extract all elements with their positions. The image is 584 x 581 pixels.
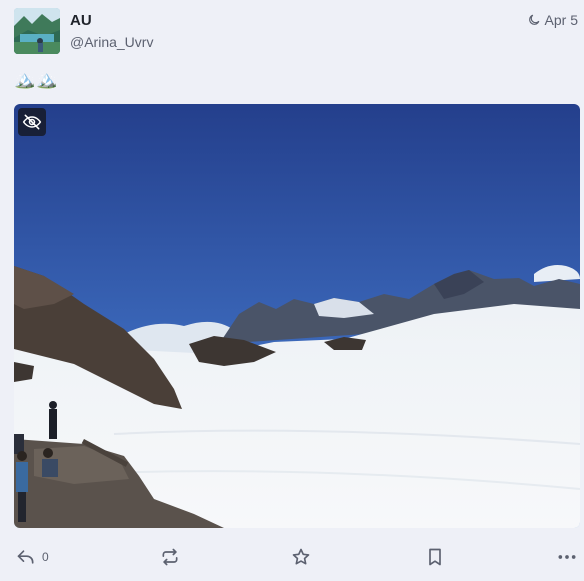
status-action-bar: 0 xyxy=(0,540,584,574)
reply-icon xyxy=(17,550,34,564)
eye-slash-icon xyxy=(22,114,42,130)
media-attachment[interactable] xyxy=(14,104,580,528)
boost-button[interactable] xyxy=(160,546,180,568)
display-name[interactable]: AU xyxy=(70,12,92,29)
status-content: 🏔️🏔️ xyxy=(14,70,59,89)
status-date[interactable]: Apr 5 xyxy=(527,12,578,28)
avatar-image xyxy=(14,8,60,54)
more-button[interactable] xyxy=(557,546,577,568)
favourite-button[interactable] xyxy=(291,546,311,568)
star-icon xyxy=(292,548,310,565)
status-card: AU @Arina_Uvrv Apr 5 🏔️🏔️ 0 xyxy=(0,0,584,581)
bookmark-button[interactable] xyxy=(425,546,445,568)
date-text: Apr 5 xyxy=(544,12,578,28)
account-handle[interactable]: @Arina_Uvrv xyxy=(70,34,153,50)
bookmark-icon xyxy=(429,548,441,566)
more-dots-icon xyxy=(558,555,576,559)
boost-icon xyxy=(162,548,178,566)
avatar[interactable] xyxy=(14,8,60,54)
mountain-photo xyxy=(14,104,580,528)
moon-icon xyxy=(528,14,539,25)
reply-button[interactable]: 0 xyxy=(16,546,49,568)
hide-media-button[interactable] xyxy=(18,108,46,136)
reply-count: 0 xyxy=(42,550,49,564)
